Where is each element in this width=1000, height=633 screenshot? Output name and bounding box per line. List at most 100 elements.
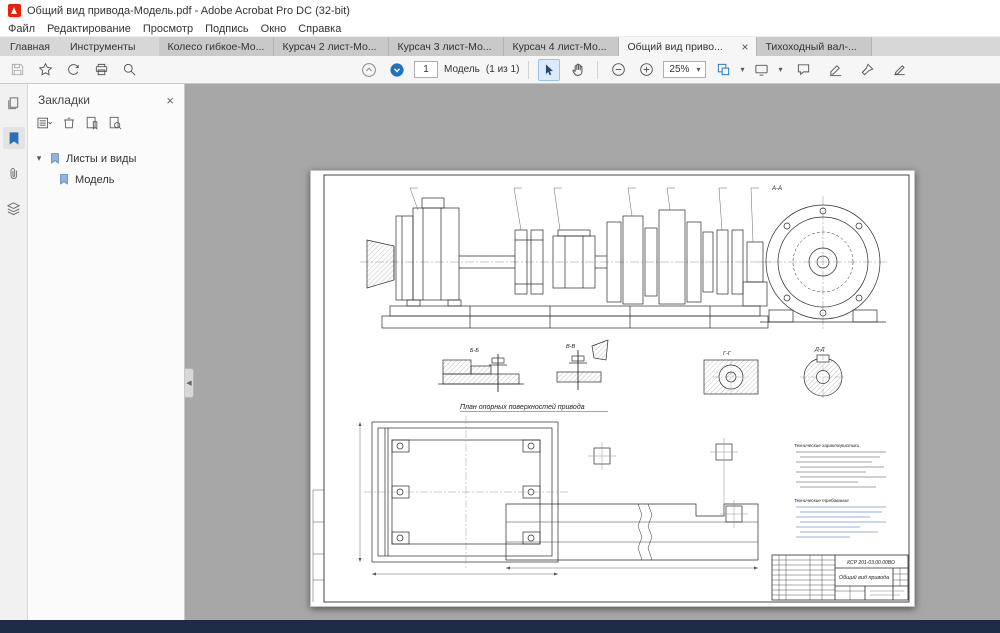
bookmark-icon — [7, 131, 21, 146]
next-page-button[interactable] — [386, 59, 408, 81]
menu-window[interactable]: Окно — [255, 23, 293, 35]
search-icon — [122, 62, 137, 77]
toolbar-separator — [528, 61, 529, 79]
save-icon — [10, 62, 25, 77]
print-button[interactable] — [90, 59, 112, 81]
layers-icon — [6, 201, 21, 216]
section-label-aa: А-А — [771, 186, 782, 192]
front-view — [360, 198, 772, 328]
zoom-level-dropdown[interactable]: 25% ▾ — [663, 61, 706, 78]
detail-bb — [438, 354, 524, 392]
page-count-label: (1 из 1) — [486, 64, 520, 75]
section-label-gg: Г-Г — [723, 351, 732, 357]
toolbar-separator — [597, 61, 598, 79]
tech-char-title: Технические характеристики — [794, 443, 860, 448]
chevron-down-icon[interactable]: ▾ — [740, 66, 744, 74]
screen-icon — [754, 62, 769, 77]
close-panel-button[interactable]: × — [166, 94, 174, 107]
bookmarks-tab-button[interactable] — [3, 127, 25, 149]
fill-sign-button[interactable] — [888, 59, 910, 81]
doc-tab-kursach3[interactable]: Курсач 3 лист-Мо... — [389, 37, 504, 56]
highlight-button[interactable] — [824, 59, 846, 81]
hand-icon — [570, 62, 585, 77]
detail-vv — [557, 340, 608, 390]
tab-home[interactable]: Главная — [0, 37, 60, 56]
pdf-page[interactable]: А-А Б-Б В-В — [310, 170, 915, 607]
attachments-button[interactable] — [3, 162, 25, 184]
print-icon — [94, 62, 109, 77]
comment-button[interactable] — [792, 59, 814, 81]
tab-tools[interactable]: Инструменты — [60, 37, 145, 56]
doc-tab-koleso[interactable]: Колесо гибкое-Мо... — [159, 37, 274, 56]
windows-taskbar[interactable] — [0, 620, 1000, 633]
delete-bookmark-button[interactable] — [62, 116, 76, 130]
trash-icon — [62, 116, 76, 130]
expand-bookmarks-button[interactable] — [108, 116, 122, 130]
select-tool-button[interactable] — [538, 59, 560, 81]
section-label-dd: Д-Д — [814, 347, 825, 353]
main-toolbar: 1 Модель (1 из 1) 25% ▾ ▾ ▾ — [0, 56, 1000, 84]
menu-help[interactable]: Справка — [292, 23, 347, 35]
bookmarks-panel: Закладки × ▾ Листы и виды Модель — [28, 84, 185, 620]
zoom-out-icon — [611, 62, 626, 77]
page-number-input[interactable]: 1 — [414, 61, 438, 78]
window-title: Общий вид привода-Модель.pdf - Adobe Acr… — [27, 5, 350, 17]
page-name-label: Модель — [444, 64, 480, 75]
page-down-icon — [389, 62, 405, 78]
doc-number: КСР 201-03.00.00ВО — [847, 560, 895, 566]
hand-tool-button[interactable] — [566, 59, 588, 81]
plan-caption: План опорных поверхностей привода — [460, 403, 585, 411]
plan-view — [364, 416, 568, 568]
doc-tab-obshchiy-vid[interactable]: Общий вид приво... × — [619, 37, 757, 56]
zoom-in-icon — [639, 62, 654, 77]
menu-file[interactable]: Файл — [2, 23, 41, 35]
page-thumbnails-button[interactable] — [3, 92, 25, 114]
bookmark-item-model[interactable]: Модель — [28, 169, 184, 190]
acrobat-icon — [8, 4, 21, 17]
share-icon — [66, 62, 81, 77]
chevron-down-icon: ▾ — [696, 66, 700, 74]
layers-button[interactable] — [3, 197, 25, 219]
page-display-button[interactable] — [750, 59, 772, 81]
tab-spacer — [145, 37, 159, 56]
sign-button[interactable] — [856, 59, 878, 81]
doc-tab-kursach2[interactable]: Курсач 2 лист-Мо... — [274, 37, 389, 56]
zoom-out-button[interactable] — [607, 59, 629, 81]
tab-bar: Главная Инструменты Колесо гибкое-Мо... … — [0, 37, 1000, 56]
star-button[interactable] — [34, 59, 56, 81]
highlighter-icon — [828, 62, 843, 77]
bookmark-options-button[interactable] — [36, 116, 53, 130]
previous-page-button[interactable] — [358, 59, 380, 81]
title-bar: Общий вид привода-Модель.pdf - Adobe Acr… — [0, 0, 1000, 21]
doc-tab-kursach4[interactable]: Курсач 4 лист-Мо... — [504, 37, 619, 56]
callout-leaders — [410, 188, 759, 242]
comment-bubble-icon — [796, 62, 811, 77]
tech-requirements: Технические требования — [794, 498, 886, 537]
new-bookmark-button[interactable] — [85, 116, 99, 130]
chevron-down-icon[interactable]: ▾ — [778, 66, 782, 74]
page-up-icon — [361, 62, 377, 78]
tech-req-title: Технические требования — [794, 498, 849, 503]
menu-view[interactable]: Просмотр — [137, 23, 199, 35]
close-tab-icon[interactable]: × — [741, 41, 748, 53]
detail-dd — [800, 354, 846, 400]
section-label-bb: Б-Б — [470, 348, 479, 354]
select-arrow-icon — [542, 63, 556, 77]
fit-width-button[interactable] — [712, 59, 734, 81]
menu-sign[interactable]: Подпись — [199, 23, 255, 35]
search-button[interactable] — [118, 59, 140, 81]
save-button[interactable] — [6, 59, 28, 81]
menu-edit[interactable]: Редактирование — [41, 23, 137, 35]
fit-width-icon — [716, 62, 731, 77]
bookmark-item-sheets[interactable]: ▾ Листы и виды — [28, 148, 184, 169]
document-area: ◀ — [185, 84, 1000, 620]
share-button[interactable] — [62, 59, 84, 81]
find-bookmark-icon — [108, 116, 122, 130]
side-view — [758, 196, 888, 330]
tech-characteristics: Технические характеристики — [794, 443, 886, 487]
chevron-down-icon[interactable]: ▾ — [34, 153, 44, 164]
panel-collapse-handle[interactable]: ◀ — [185, 368, 194, 398]
section-label-vv: В-В — [566, 344, 576, 350]
zoom-in-button[interactable] — [635, 59, 657, 81]
doc-tab-tihohodny-val[interactable]: Тихоходный вал-... — [757, 37, 872, 56]
